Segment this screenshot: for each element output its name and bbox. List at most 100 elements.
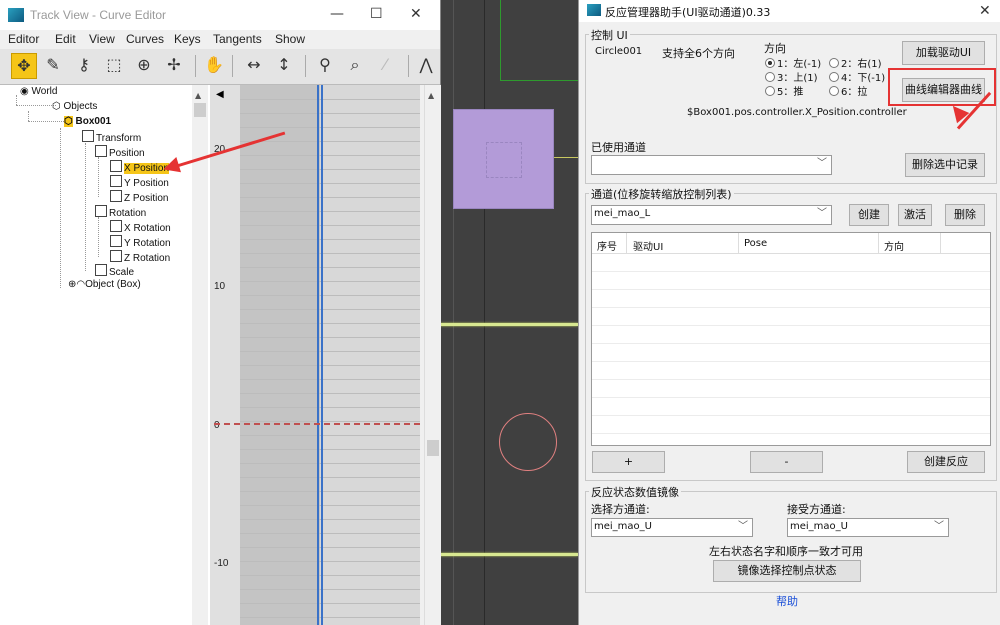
- support-text: 支持全6个方向: [662, 47, 735, 60]
- column-separator: [940, 233, 941, 253]
- create-button[interactable]: 创建: [849, 204, 889, 226]
- column-separator: [626, 233, 627, 253]
- scroll-left-icon[interactable]: ◀: [216, 89, 224, 100]
- zoom-icon[interactable]: ⚲: [313, 53, 337, 77]
- minus-button[interactable]: -: [750, 451, 823, 473]
- tree-node-z-rotation[interactable]: Z Rotation: [110, 250, 170, 264]
- snap-icon[interactable]: ⊕: [132, 53, 156, 77]
- table-row: [592, 325, 990, 326]
- graph-scrollbar[interactable]: ▲: [424, 85, 441, 625]
- minimize-icon[interactable]: —: [330, 6, 344, 22]
- radio-up[interactable]: 3：上(1): [765, 69, 818, 84]
- table-row: [592, 271, 990, 272]
- zoom-region-icon[interactable]: ⌕: [343, 53, 367, 77]
- scroll-up-icon[interactable]: ▲: [428, 91, 434, 100]
- menu-show[interactable]: Show: [275, 32, 305, 46]
- column-header[interactable]: Pose: [744, 238, 767, 249]
- app-logo-icon: [587, 4, 601, 16]
- tree-node-objects[interactable]: ⬡ Objects: [52, 101, 97, 112]
- grid-line: [240, 449, 420, 450]
- remove-button[interactable]: 删除: [945, 204, 985, 226]
- tree-node-box001[interactable]: ⬡ Box001: [64, 116, 111, 127]
- radio-left[interactable]: 1：左(-1): [765, 55, 821, 70]
- grid-line: [240, 533, 420, 534]
- x-position-curve[interactable]: [214, 423, 420, 425]
- menu-view[interactable]: View: [89, 32, 115, 46]
- select-icon[interactable]: ⬚: [102, 53, 126, 77]
- menu-editor[interactable]: Editor: [8, 32, 39, 46]
- panel-titlebar[interactable]: 反应管理器助手(UI驱动通道)0.33 ✕: [579, 0, 1000, 22]
- maximize-icon[interactable]: ☐: [370, 6, 383, 22]
- tree-node-y-position[interactable]: Y Position: [110, 175, 169, 189]
- curve-graph[interactable]: [240, 85, 420, 625]
- activate-button[interactable]: 激活: [898, 204, 932, 226]
- dropdown-value: mei_mao_U: [594, 521, 652, 532]
- track-view-titlebar[interactable]: Track View - Curve Editor — ☐ ✕: [0, 0, 440, 30]
- pan-icon[interactable]: ✋: [202, 53, 226, 77]
- value-ruler: ◀: [210, 85, 240, 625]
- circle001-object[interactable]: [499, 413, 557, 471]
- tree-line: [85, 143, 86, 271]
- draw-curves-icon[interactable]: ✎: [41, 53, 65, 77]
- menu-tangents[interactable]: Tangents: [213, 32, 262, 46]
- box001-object[interactable]: [453, 109, 554, 209]
- grid-line: [240, 491, 420, 492]
- tree-node-z-position[interactable]: Z Position: [110, 190, 168, 204]
- scroll-thumb[interactable]: [427, 440, 439, 456]
- channel-dropdown[interactable]: mei_mao_L ﹀: [591, 205, 832, 225]
- tangent-icon[interactable]: ✢: [162, 53, 186, 77]
- grid-line: [240, 435, 420, 436]
- scroll-up-icon[interactable]: ▲: [195, 91, 201, 100]
- radio-button[interactable]: [765, 58, 775, 68]
- tree-node-y-rotation[interactable]: Y Rotation: [110, 235, 171, 249]
- move-keys-icon[interactable]: ✥: [11, 53, 37, 79]
- help-link[interactable]: 帮助: [776, 593, 798, 609]
- fit-horizontal-icon[interactable]: ↔: [242, 53, 266, 77]
- close-icon[interactable]: ✕: [979, 3, 991, 19]
- add-button[interactable]: +: [592, 451, 665, 473]
- tree-node-position[interactable]: Position: [95, 145, 145, 159]
- tree-scrollbar[interactable]: ▲: [192, 85, 208, 625]
- tree-node-transform[interactable]: Transform: [82, 130, 141, 144]
- radio-button[interactable]: [829, 86, 839, 96]
- tree-node-world[interactable]: ◉ World: [20, 86, 57, 97]
- column-header[interactable]: 序号: [597, 238, 617, 253]
- grid-line: [240, 169, 420, 170]
- used-channel-dropdown[interactable]: ﹀: [591, 155, 832, 175]
- tree-node-rotation[interactable]: Rotation: [95, 205, 146, 219]
- time-slider-line[interactable]: [317, 85, 319, 625]
- menu-edit[interactable]: Edit: [55, 32, 76, 46]
- mirror-control-points-button[interactable]: 镜像选择控制点状态: [713, 560, 861, 582]
- time-slider-line[interactable]: [321, 85, 323, 625]
- radio-pull[interactable]: 6：拉: [829, 83, 867, 98]
- radio-right[interactable]: 2：右(1): [829, 55, 882, 70]
- column-header[interactable]: 驱动UI: [633, 238, 663, 253]
- mirror-group-legend: 反应状态数值镜像: [589, 484, 681, 500]
- grid-line: [240, 337, 420, 338]
- grid-line: [240, 211, 420, 212]
- tree-node-scale[interactable]: Scale: [95, 264, 134, 278]
- column-header[interactable]: 方向: [884, 238, 904, 253]
- radio-button[interactable]: [829, 72, 839, 82]
- tree-line: [98, 217, 99, 257]
- radio-down[interactable]: 4：下(-1): [829, 69, 885, 84]
- close-icon[interactable]: ✕: [410, 6, 422, 22]
- radio-button[interactable]: [829, 58, 839, 68]
- menu-keys[interactable]: Keys: [174, 32, 201, 46]
- menu-curves[interactable]: Curves: [126, 32, 164, 46]
- delete-selected-button[interactable]: 删除选中记录: [905, 153, 985, 177]
- key-icon[interactable]: ⚷: [72, 53, 96, 77]
- radio-push[interactable]: 5：推: [765, 83, 803, 98]
- scroll-thumb[interactable]: [194, 103, 206, 117]
- channel-table[interactable]: 序号 驱动UI Pose 方向: [591, 232, 991, 446]
- radio-button[interactable]: [765, 72, 775, 82]
- tree-node-x-rotation[interactable]: X Rotation: [110, 220, 171, 234]
- radio-button[interactable]: [765, 86, 775, 96]
- target-channel-dropdown[interactable]: mei_mao_U ﹀: [787, 518, 949, 537]
- create-reaction-button[interactable]: 创建反应: [907, 451, 985, 473]
- fit-vertical-icon[interactable]: ↕: [272, 53, 296, 77]
- source-channel-dropdown[interactable]: mei_mao_U ﹀: [591, 518, 753, 537]
- tree-node-object-box[interactable]: ⊕◠Object (Box): [68, 279, 141, 290]
- load-driver-ui-button[interactable]: 加载驱动UI: [902, 41, 985, 65]
- curve-icon[interactable]: ⋀: [414, 53, 438, 77]
